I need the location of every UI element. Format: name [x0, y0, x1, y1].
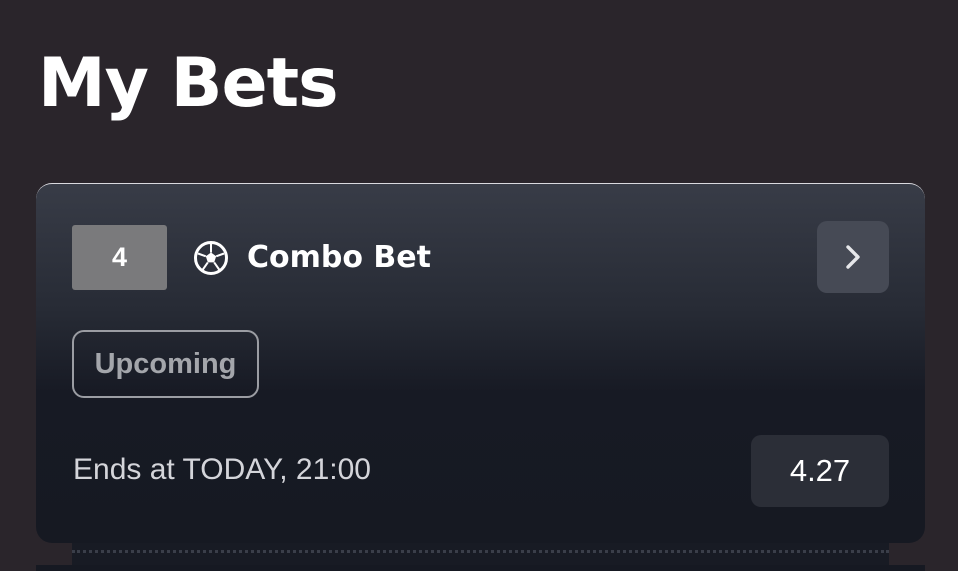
selections-count-badge: 4	[72, 225, 167, 290]
bet-card[interactable]: 4 Combo Bet Upcoming Ends at TODAY, 21:0…	[36, 183, 925, 543]
bet-end-time: Ends at TODAY, 21:00	[73, 453, 371, 486]
soccer-ball-icon	[194, 241, 228, 275]
chevron-right-icon	[846, 245, 860, 269]
total-odds: 4.27	[751, 435, 889, 507]
bet-type-label: Combo Bet	[247, 240, 431, 275]
my-bets-screen: My Bets 4 Combo Bet Upcoming Ends at TOD…	[0, 0, 958, 571]
bet-details-button[interactable]	[817, 221, 889, 293]
dotted-divider	[72, 550, 889, 553]
page-title: My Bets	[38, 44, 339, 123]
status-badge: Upcoming	[72, 330, 259, 398]
next-card-edge	[36, 565, 925, 571]
